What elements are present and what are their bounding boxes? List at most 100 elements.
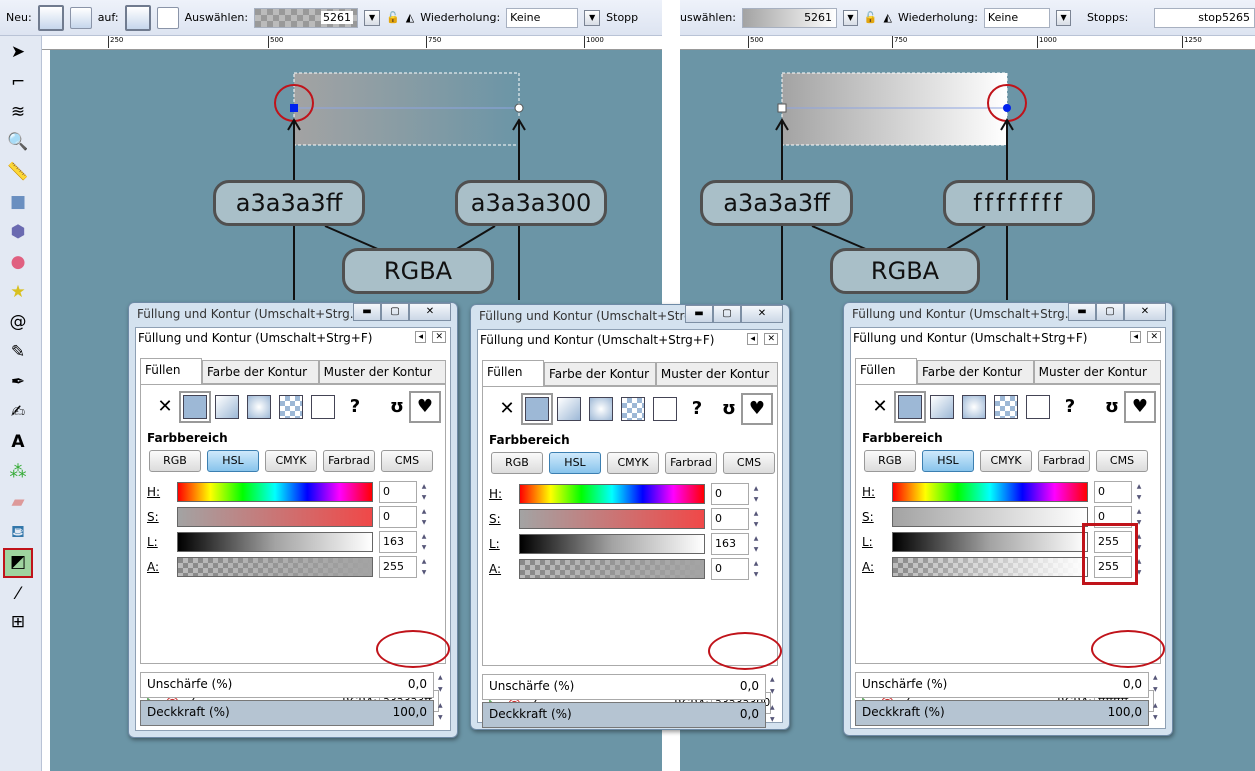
mode-cms-button[interactable]: CMS (381, 450, 433, 472)
spin-arrows[interactable]: ▲ ▼ (419, 531, 429, 553)
spin-arrows[interactable]: ▲ ▼ (419, 506, 429, 528)
lightness-slider[interactable] (177, 532, 373, 552)
alpha-input[interactable]: 0 (711, 558, 749, 580)
collapse-icon[interactable]: ◂ (1130, 331, 1141, 343)
alpha-slider[interactable] (519, 559, 705, 579)
mode-hsl-button[interactable]: HSL (549, 452, 601, 474)
mode-hsl-button[interactable]: HSL (207, 450, 259, 472)
mode-cmyk-button[interactable]: CMYK (265, 450, 317, 472)
lightness-slider[interactable] (892, 532, 1088, 552)
maximize-button[interactable]: ▢ (381, 303, 409, 321)
mode-hsl-button[interactable]: HSL (922, 450, 974, 472)
lightness-input[interactable]: 163 (379, 531, 417, 553)
swatch-icon[interactable] (311, 395, 335, 419)
close-panel-icon[interactable]: ✕ (1147, 331, 1161, 343)
fill-rule-evenodd-icon[interactable]: ʊ (1100, 395, 1124, 419)
pattern-icon[interactable] (621, 397, 645, 421)
close-panel-icon[interactable]: ✕ (764, 333, 778, 345)
hue-input[interactable]: 0 (711, 483, 749, 505)
hue-input[interactable]: 0 (379, 481, 417, 503)
spin-arrows[interactable]: ▲ ▼ (419, 556, 429, 578)
saturation-slider[interactable] (177, 507, 373, 527)
radial-gradient-icon[interactable] (589, 397, 613, 421)
tab-stroke-style[interactable]: Muster der Kontur (655, 362, 778, 386)
close-button[interactable]: ✕ (1124, 303, 1166, 321)
radial-gradient-icon[interactable] (247, 395, 271, 419)
mode-cmyk-button[interactable]: CMYK (607, 452, 659, 474)
spin-arrows[interactable]: ▲ ▼ (438, 672, 448, 696)
maximize-button[interactable]: ▢ (1096, 303, 1124, 321)
fill-rule-nonzero-icon[interactable]: ♥ (741, 393, 773, 425)
linear-gradient-icon[interactable] (215, 395, 239, 419)
pattern-icon[interactable] (279, 395, 303, 419)
saturation-input[interactable]: 0 (711, 508, 749, 530)
spin-arrows[interactable]: ▲ ▼ (1153, 672, 1163, 696)
no-paint-icon[interactable]: ✕ (495, 397, 519, 421)
blur-field[interactable]: Unschärfe (%) 0,0 (482, 674, 766, 700)
close-button[interactable]: ✕ (741, 305, 783, 323)
minimize-button[interactable]: ▬ (353, 303, 381, 321)
saturation-slider[interactable] (892, 507, 1088, 527)
unset-paint-icon[interactable]: ? (343, 395, 367, 419)
mode-rgb-button[interactable]: RGB (491, 452, 543, 474)
alpha-slider[interactable] (177, 557, 373, 577)
mode-cmyk-button[interactable]: CMYK (980, 450, 1032, 472)
linear-gradient-icon[interactable] (930, 395, 954, 419)
pattern-icon[interactable] (994, 395, 1018, 419)
fill-rule-evenodd-icon[interactable]: ʊ (717, 397, 741, 421)
fill-rule-nonzero-icon[interactable]: ♥ (409, 391, 441, 423)
spin-arrows[interactable]: ▲ ▼ (1134, 481, 1144, 503)
mode-wheel-button[interactable]: Farbrad (323, 450, 375, 472)
mode-cms-button[interactable]: CMS (1096, 450, 1148, 472)
collapse-icon[interactable]: ◂ (747, 333, 758, 345)
spin-arrows[interactable]: ▲ ▼ (419, 481, 429, 503)
swatch-icon[interactable] (1026, 395, 1050, 419)
mode-rgb-button[interactable]: RGB (864, 450, 916, 472)
tab-stroke-paint[interactable]: Farbe der Kontur (202, 360, 319, 384)
spin-arrows[interactable]: ▲ ▼ (438, 700, 448, 724)
spin-arrows[interactable]: ▲ ▼ (1153, 700, 1163, 724)
tab-stroke-style[interactable]: Muster der Kontur (318, 360, 446, 384)
opacity-field[interactable]: Deckkraft (%) 100,0 (855, 700, 1149, 726)
minimize-button[interactable]: ▬ (685, 305, 713, 323)
unset-paint-icon[interactable]: ? (685, 397, 709, 421)
saturation-slider[interactable] (519, 509, 705, 529)
hue-slider[interactable] (177, 482, 373, 502)
fill-rule-nonzero-icon[interactable]: ♥ (1124, 391, 1156, 423)
maximize-button[interactable]: ▢ (713, 305, 741, 323)
swatch-icon[interactable] (653, 397, 677, 421)
mode-cms-button[interactable]: CMS (723, 452, 775, 474)
opacity-field[interactable]: Deckkraft (%) 0,0 (482, 702, 766, 728)
lightness-input[interactable]: 163 (711, 533, 749, 555)
mode-rgb-button[interactable]: RGB (149, 450, 201, 472)
spin-arrows[interactable]: ▲ ▼ (770, 702, 780, 726)
close-panel-icon[interactable]: ✕ (432, 331, 446, 343)
mode-wheel-button[interactable]: Farbrad (665, 452, 717, 474)
tab-stroke-paint[interactable]: Farbe der Kontur (917, 360, 1034, 384)
spin-arrows[interactable]: ▲ ▼ (751, 508, 761, 530)
alpha-input[interactable]: 255 (379, 556, 417, 578)
hue-slider[interactable] (519, 484, 705, 504)
linear-gradient-icon[interactable] (557, 397, 581, 421)
collapse-icon[interactable]: ◂ (415, 331, 426, 343)
no-paint-icon[interactable]: ✕ (868, 395, 892, 419)
tab-fill[interactable]: Füllen (855, 358, 917, 384)
close-button[interactable]: ✕ (409, 303, 451, 321)
saturation-input[interactable]: 0 (379, 506, 417, 528)
lightness-slider[interactable] (519, 534, 705, 554)
alpha-slider[interactable] (892, 557, 1088, 577)
mode-wheel-button[interactable]: Farbrad (1038, 450, 1090, 472)
flat-color-icon[interactable] (521, 393, 553, 425)
no-paint-icon[interactable]: ✕ (153, 395, 177, 419)
opacity-field[interactable]: Deckkraft (%) 100,0 (140, 700, 434, 726)
unset-paint-icon[interactable]: ? (1058, 395, 1082, 419)
radial-gradient-icon[interactable] (962, 395, 986, 419)
fill-rule-evenodd-icon[interactable]: ʊ (385, 395, 409, 419)
spin-arrows[interactable]: ▲ ▼ (751, 558, 761, 580)
spin-arrows[interactable]: ▲ ▼ (770, 674, 780, 698)
flat-color-icon[interactable] (179, 391, 211, 423)
minimize-button[interactable]: ▬ (1068, 303, 1096, 321)
blur-field[interactable]: Unschärfe (%) 0,0 (855, 672, 1149, 698)
tab-stroke-style[interactable]: Muster der Kontur (1033, 360, 1161, 384)
blur-field[interactable]: Unschärfe (%) 0,0 (140, 672, 434, 698)
